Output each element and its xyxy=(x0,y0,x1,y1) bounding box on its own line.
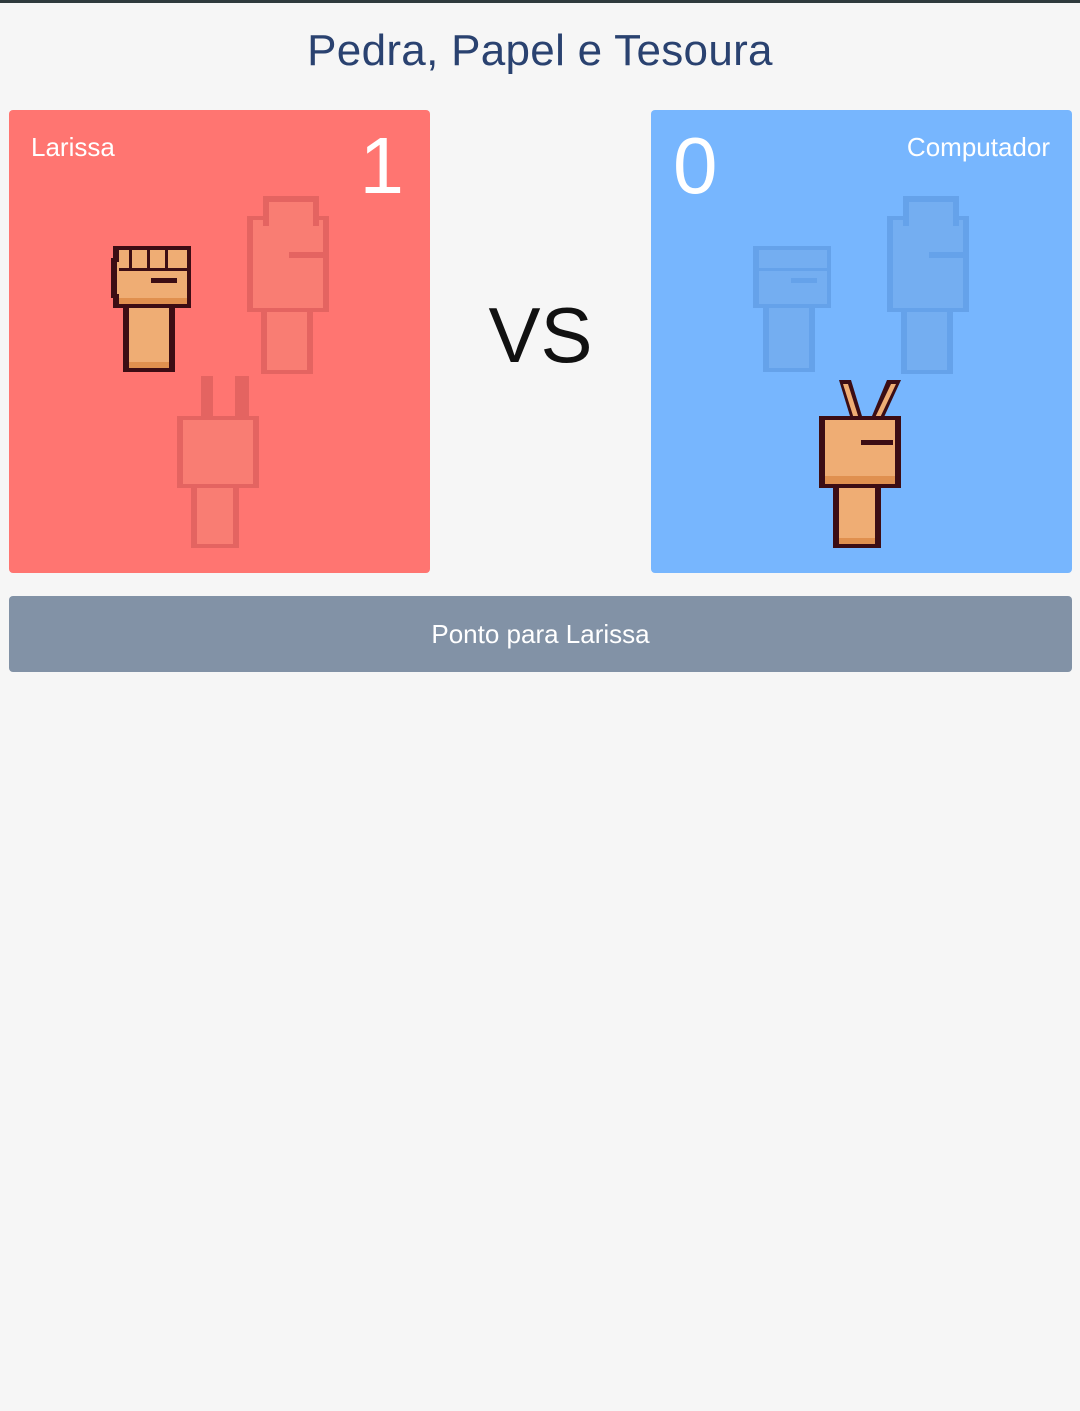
player-panel: Larissa 1 xyxy=(9,110,430,573)
computer-score: 0 xyxy=(673,121,718,210)
top-divider xyxy=(0,0,1080,3)
computer-scissors-hand-icon xyxy=(815,376,905,548)
player-rock-hand-icon[interactable] xyxy=(107,228,195,372)
computer-panel: Computador 0 xyxy=(651,110,1072,573)
computer-name: Computador xyxy=(906,132,1050,162)
computer-rock-hand-icon xyxy=(747,228,835,372)
player-score: 1 xyxy=(359,121,405,210)
result-button[interactable]: Ponto para Larissa xyxy=(9,596,1072,672)
player-scissors-hand-icon[interactable] xyxy=(173,376,263,548)
page-title: Pedra, Papel e Tesoura xyxy=(307,26,773,75)
computer-paper-hand-icon xyxy=(883,196,973,374)
player-paper-hand-icon[interactable] xyxy=(243,196,333,374)
player-name: Larissa xyxy=(31,132,115,162)
vs-label: VS xyxy=(488,291,593,379)
